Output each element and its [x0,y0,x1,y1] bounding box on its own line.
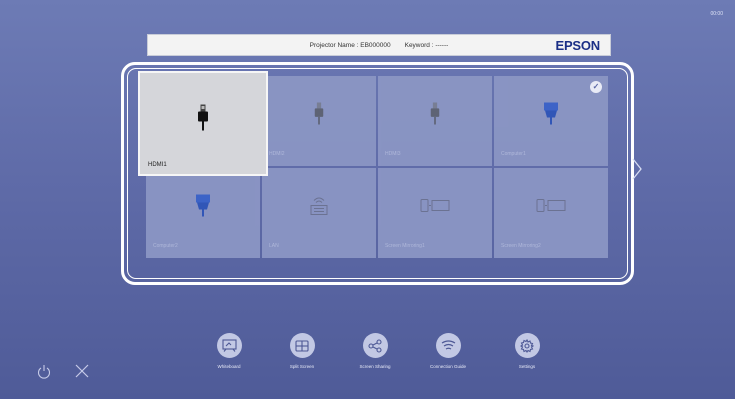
power-button[interactable] [37,364,51,384]
next-page-arrow[interactable] [631,157,645,183]
source-label: HDMI3 [385,151,401,157]
source-tile-hdmi3[interactable]: HDMI3 [378,76,492,166]
close-button[interactable] [74,363,90,384]
projector-name: Projector Name : EB000000 [309,41,391,49]
settings-label: Settings [518,364,536,369]
source-tile-computer1[interactable]: ✓ Computer1 [494,76,608,166]
share-icon [362,333,388,358]
hdmi-plug-icon [198,104,208,136]
hdmi-plug-icon [430,102,440,130]
close-icon [75,364,89,378]
screen-sharing-button[interactable]: Screen Sharing [345,333,405,369]
chevron-right-icon [632,158,642,180]
epson-logo: EPSON [555,38,600,53]
vga-plug-icon [196,194,210,222]
source-tile-screen-mirroring1[interactable]: Screen Mirroring1 [378,168,492,258]
gear-icon [514,333,540,358]
vga-plug-icon [544,102,558,130]
keyword: Keyword : ------ [404,41,449,49]
source-label: Computer1 [501,151,526,157]
wifi-icon [435,333,461,358]
source-label: HDMI1 [148,162,167,168]
settings-button[interactable]: Settings [497,333,557,369]
source-tile-hdmi1[interactable]: HDMI1 [138,71,268,176]
source-label: Computer2 [153,243,178,249]
clock: 00:00 [710,11,723,17]
split-screen-label: Split Screen [289,364,315,369]
screen-sharing-label: Screen Sharing [359,364,391,369]
power-icon [37,365,51,379]
source-tile-computer2[interactable]: Computer2 [146,168,260,258]
screen-mirroring-icon [536,199,566,218]
source-label: HDMI2 [269,151,285,157]
source-tile-lan[interactable]: LAN [262,168,376,258]
hdmi-plug-icon [314,102,324,130]
split-screen-icon [289,333,315,358]
whiteboard-button[interactable]: Whiteboard [199,333,259,369]
screen-mirroring-icon [420,199,450,218]
source-tile-hdmi1-wrap: HDMI1 [138,71,268,176]
source-label: LAN [269,243,279,249]
source-tile-hdmi2[interactable]: HDMI2 [262,76,376,166]
connection-guide-label: Connection Guide [429,364,467,369]
lan-icon [308,196,330,221]
check-icon: ✓ [590,81,602,93]
source-grid: HDMI1 HDMI2 HDMI3 ✓ Computer1 Computer2 … [138,71,608,258]
source-tile-screen-mirroring2[interactable]: Screen Mirroring2 [494,168,608,258]
connection-guide-button[interactable]: Connection Guide [418,333,478,369]
whiteboard-icon [216,333,242,358]
source-label: Screen Mirroring1 [385,243,425,249]
split-screen-button[interactable]: Split Screen [272,333,332,369]
source-label: Screen Mirroring2 [501,243,541,249]
projector-info-bar: Projector Name : EB000000 Keyword : ----… [147,34,611,56]
whiteboard-label: Whiteboard [217,364,241,369]
